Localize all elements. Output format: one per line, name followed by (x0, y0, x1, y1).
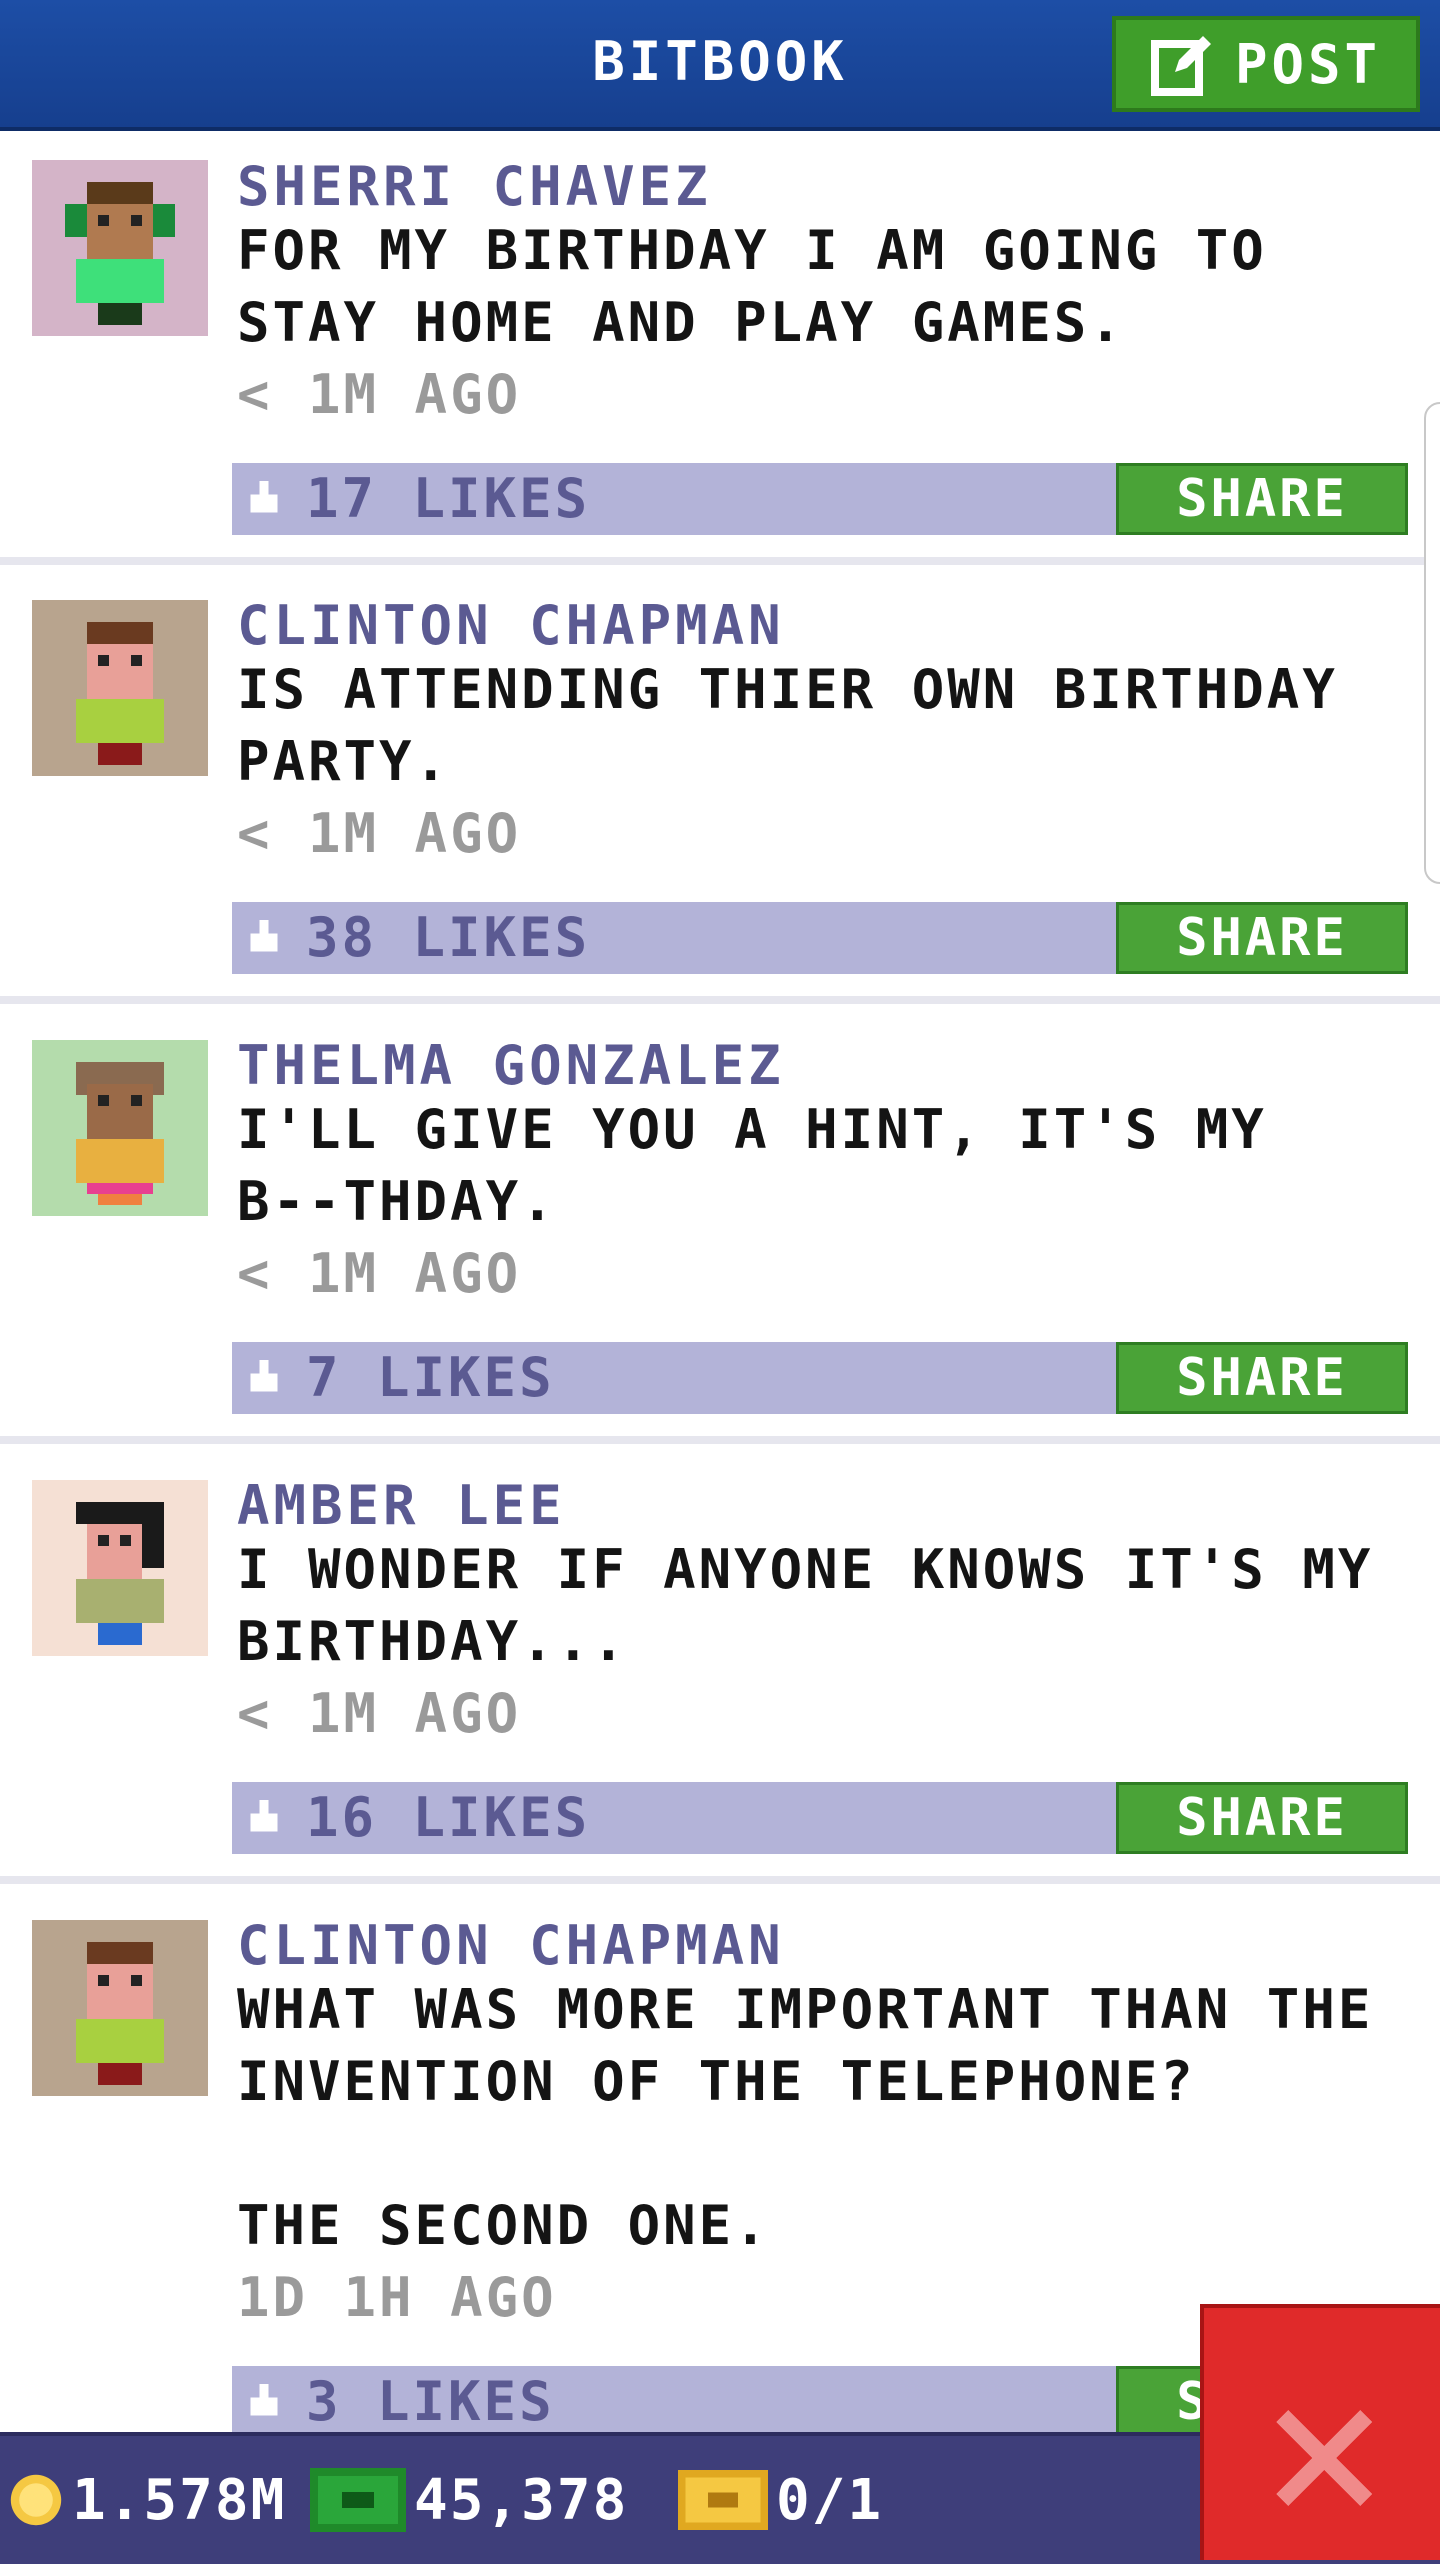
avatar[interactable] (32, 600, 208, 776)
likes-count: 17 LIKES (306, 467, 591, 530)
thumbs-up-icon (250, 1800, 278, 1832)
avatar[interactable] (32, 160, 208, 336)
post-separator (0, 1876, 1440, 1884)
like-bar[interactable]: 7 LIKES SHARE (232, 1342, 1408, 1414)
likes-count: 38 LIKES (306, 906, 591, 969)
avatar-image (76, 622, 164, 765)
post-time: 1D 1H AGO (237, 2266, 557, 2329)
post-separator (0, 996, 1440, 1004)
bux-value: 45,378 (414, 2467, 629, 2533)
post-time: < 1M AGO (237, 363, 522, 426)
post-separator (0, 557, 1440, 565)
bux-display: 45,378 (310, 2436, 628, 2564)
post-time: < 1M AGO (237, 1682, 522, 1745)
post-author[interactable]: THELMA GONZALEZ (237, 1034, 785, 1097)
avatar[interactable] (32, 1480, 208, 1656)
post-message: WHAT WAS MORE IMPORTANT THAN THE INVENTI… (237, 1978, 1374, 2257)
likes-count: 7 LIKES (306, 1346, 555, 1409)
avatar[interactable] (32, 1040, 208, 1216)
app-header: BITBOOK POST (0, 0, 1440, 131)
post-button-label: POST (1234, 32, 1382, 96)
post-author[interactable]: CLINTON CHAPMAN (237, 1914, 785, 1977)
coin-icon (10, 2474, 62, 2526)
post-message: IS ATTENDING THIER OWN BIRTHDAY PARTY. (237, 658, 1338, 793)
avatar-image (76, 1062, 164, 1205)
post-message: I'LL GIVE YOU A HINT, IT'S MY B--THDAY. (237, 1098, 1267, 1233)
like-bar[interactable]: 17 LIKES SHARE (232, 463, 1408, 535)
avatar-image (76, 1502, 164, 1645)
post-message: FOR MY BIRTHDAY I AM GOING TO STAY HOME … (237, 219, 1267, 354)
share-button[interactable]: SHARE (1116, 1342, 1408, 1414)
post-author[interactable]: SHERRI CHAVEZ (237, 155, 712, 218)
share-button[interactable]: SHARE (1116, 463, 1408, 535)
coins-value: 1.578M (72, 2467, 287, 2533)
close-button[interactable] (1200, 2304, 1440, 2560)
tickets-display: 0/1 (678, 2436, 883, 2564)
post-time: < 1M AGO (237, 802, 522, 865)
thumbs-up-icon (250, 920, 278, 952)
avatar-image (76, 1942, 164, 2085)
edit-icon (1150, 36, 1211, 96)
close-icon (1276, 2410, 1372, 2506)
bux-icon (310, 2468, 406, 2532)
share-button[interactable]: SHARE (1116, 902, 1408, 974)
likes-count: 3 LIKES (306, 2370, 555, 2433)
thumbs-up-icon (250, 1360, 278, 1392)
avatar-image (65, 182, 175, 325)
like-bar[interactable]: 16 LIKES SHARE (232, 1782, 1408, 1854)
tickets-value: 0/1 (776, 2467, 884, 2533)
share-button[interactable]: SHARE (1116, 1782, 1408, 1854)
post-time: < 1M AGO (237, 1242, 522, 1305)
post-author[interactable]: CLINTON CHAPMAN (237, 594, 785, 657)
like-bar[interactable]: 38 LIKES SHARE (232, 902, 1408, 974)
avatar[interactable] (32, 1920, 208, 2096)
coins-display: 1.578M (8, 2436, 286, 2564)
ticket-icon (678, 2470, 768, 2530)
scroll-handle[interactable] (1424, 402, 1440, 884)
likes-count: 16 LIKES (306, 1786, 591, 1849)
post-separator (0, 1436, 1440, 1444)
post-button[interactable]: POST (1112, 16, 1420, 112)
post-author[interactable]: AMBER LEE (237, 1474, 566, 1537)
post-message: I WONDER IF ANYONE KNOWS IT'S MY BIRTHDA… (237, 1538, 1374, 1673)
thumbs-up-icon (250, 2384, 278, 2416)
thumbs-up-icon (250, 481, 278, 513)
